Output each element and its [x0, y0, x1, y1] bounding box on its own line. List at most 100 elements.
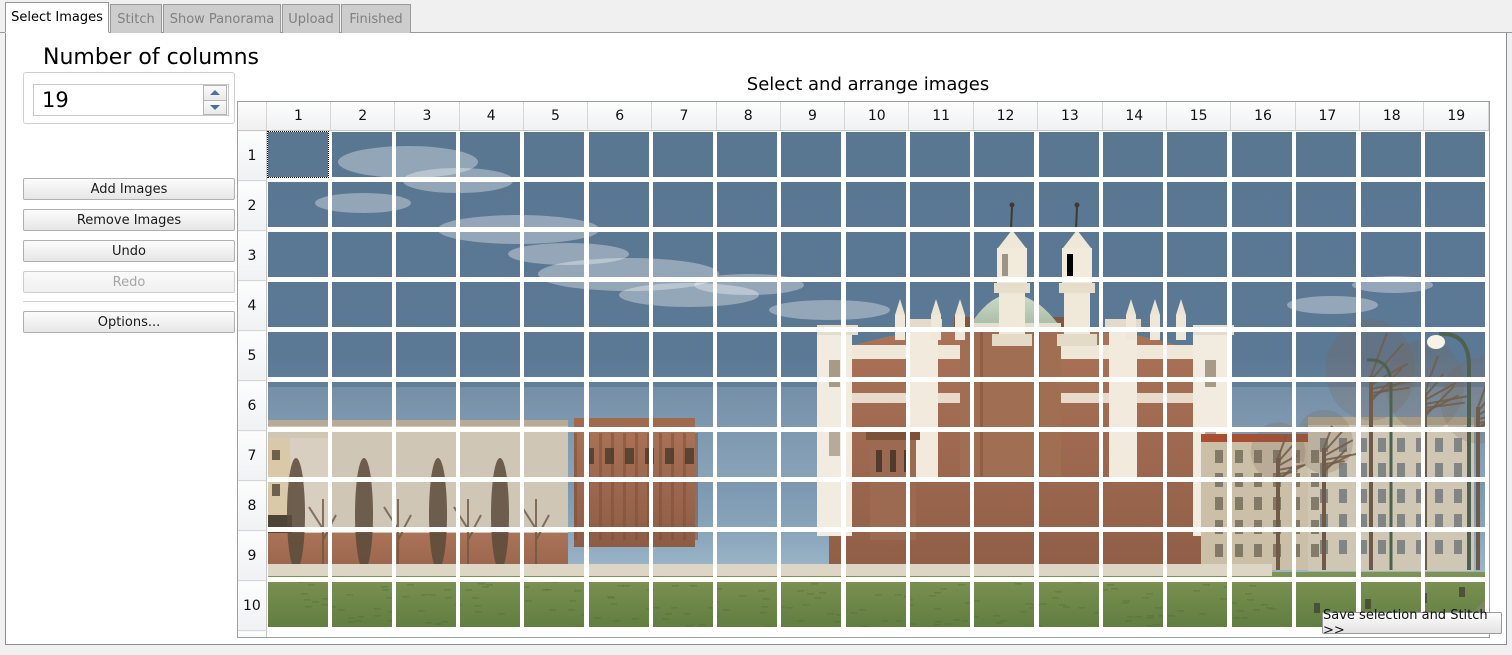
grid-cell-r5-c10[interactable] [845, 331, 909, 381]
image-thumbnail[interactable] [846, 232, 906, 277]
image-thumbnail[interactable] [268, 532, 328, 577]
image-thumbnail[interactable] [653, 532, 713, 577]
grid-column-header-7[interactable]: 7 [652, 102, 716, 131]
grid-cell-r3-c2[interactable] [331, 231, 395, 281]
image-thumbnail[interactable] [396, 332, 456, 377]
image-thumbnail[interactable] [910, 382, 970, 427]
grid-cell-r5-c17[interactable] [1295, 331, 1359, 381]
grid-cell-r2-c3[interactable] [395, 181, 459, 231]
grid-cell-r9-c10[interactable] [845, 531, 909, 581]
grid-cell-r9-c16[interactable] [1231, 531, 1295, 581]
image-thumbnail[interactable] [1103, 582, 1163, 627]
image-thumbnail[interactable] [1039, 132, 1099, 177]
image-grid-container[interactable]: 1 2 3 4 5 6 7 8 9 10 11 12 13 14 15 16 17 18 19 1 2 3 4 5 6 7 8 9 10 [237, 101, 1490, 638]
grid-cell-r9-c5[interactable] [523, 531, 587, 581]
image-thumbnail[interactable] [717, 532, 777, 577]
image-thumbnail[interactable] [1103, 432, 1163, 477]
image-thumbnail[interactable] [781, 532, 841, 577]
grid-column-header-17[interactable]: 17 [1295, 102, 1359, 131]
grid-column-header-14[interactable]: 14 [1102, 102, 1166, 131]
grid-cell-r8-c5[interactable] [523, 481, 587, 531]
image-thumbnail[interactable] [846, 282, 906, 327]
grid-column-header-12[interactable]: 12 [973, 102, 1037, 131]
image-thumbnail[interactable] [589, 382, 649, 427]
image-thumbnail[interactable] [460, 182, 520, 227]
grid-cell-r10-c2[interactable] [331, 581, 395, 631]
image-thumbnail[interactable] [717, 232, 777, 277]
grid-cell-r1-c4[interactable] [459, 131, 523, 181]
grid-cell-r7-c9[interactable] [780, 431, 844, 481]
image-thumbnail[interactable] [1103, 332, 1163, 377]
grid-row-header-5[interactable]: 5 [238, 331, 266, 381]
image-thumbnail[interactable] [1425, 532, 1485, 577]
grid-cell-r3-c4[interactable] [459, 231, 523, 281]
grid-cell-r6-c12[interactable] [973, 381, 1037, 431]
image-thumbnail[interactable] [1039, 182, 1099, 227]
image-thumbnail[interactable] [846, 482, 906, 527]
image-thumbnail[interactable] [1039, 432, 1099, 477]
image-thumbnail[interactable] [332, 582, 392, 627]
grid-row-header-9[interactable]: 9 [238, 531, 266, 581]
grid-cell-r4-c11[interactable] [909, 281, 973, 331]
grid-cell-r3-c18[interactable] [1360, 231, 1424, 281]
grid-cell-r6-c8[interactable] [716, 381, 780, 431]
grid-cell-r7-c3[interactable] [395, 431, 459, 481]
image-thumbnail[interactable] [910, 432, 970, 477]
grid-row-header-1[interactable]: 1 [238, 131, 266, 181]
image-thumbnail[interactable] [268, 332, 328, 377]
grid-cell-r8-c3[interactable] [395, 481, 459, 531]
grid-row-header-3[interactable]: 3 [238, 231, 266, 281]
image-thumbnail[interactable] [1039, 332, 1099, 377]
remove-images-button[interactable]: Remove Images [23, 209, 235, 231]
grid-cell-r5-c6[interactable] [588, 331, 652, 381]
grid-cell-r3-c15[interactable] [1166, 231, 1230, 281]
grid-cell-r6-c5[interactable] [523, 381, 587, 431]
image-thumbnail[interactable] [910, 582, 970, 627]
image-thumbnail[interactable] [1232, 382, 1292, 427]
grid-cell-r8-c6[interactable] [588, 481, 652, 531]
image-thumbnail[interactable] [332, 482, 392, 527]
grid-cell-r8-c17[interactable] [1295, 481, 1359, 531]
image-thumbnail[interactable] [589, 232, 649, 277]
save-selection-and-stitch-button[interactable]: Save selection and Stitch >> [1322, 612, 1502, 634]
grid-cell-r7-c16[interactable] [1231, 431, 1295, 481]
grid-cell-r9-c6[interactable] [588, 531, 652, 581]
image-thumbnail[interactable] [1425, 232, 1485, 277]
image-thumbnail[interactable] [974, 132, 1034, 177]
grid-cell-r7-c11[interactable] [909, 431, 973, 481]
image-thumbnail[interactable] [1103, 132, 1163, 177]
image-thumbnail[interactable] [653, 482, 713, 527]
image-thumbnail[interactable] [1167, 132, 1227, 177]
grid-cell-r3-c9[interactable] [780, 231, 844, 281]
grid-cell-r2-c19[interactable] [1424, 181, 1489, 231]
grid-cell-r4-c14[interactable] [1102, 281, 1166, 331]
grid-cell-r6-c11[interactable] [909, 381, 973, 431]
image-thumbnail[interactable] [1361, 482, 1421, 527]
grid-cell-r7-c1[interactable] [266, 431, 330, 481]
image-thumbnail[interactable] [1361, 282, 1421, 327]
image-thumbnail[interactable] [974, 432, 1034, 477]
image-thumbnail[interactable] [781, 582, 841, 627]
image-thumbnail[interactable] [1232, 282, 1292, 327]
grid-cell-r9-c1[interactable] [266, 531, 330, 581]
image-thumbnail[interactable] [1232, 482, 1292, 527]
grid-cell-r5-c12[interactable] [973, 331, 1037, 381]
image-thumbnail[interactable] [589, 182, 649, 227]
image-thumbnail[interactable] [1167, 182, 1227, 227]
image-thumbnail[interactable] [910, 282, 970, 327]
grid-cell-r1-c1[interactable] [266, 131, 330, 181]
grid-cell-r8-c18[interactable] [1360, 481, 1424, 531]
grid-cell-r6-c13[interactable] [1038, 381, 1102, 431]
image-thumbnail[interactable] [460, 482, 520, 527]
image-thumbnail[interactable] [1296, 332, 1356, 377]
image-thumbnail[interactable] [781, 182, 841, 227]
grid-cell-r1-c18[interactable] [1360, 131, 1424, 181]
image-thumbnail[interactable] [974, 282, 1034, 327]
grid-cell-r9-c7[interactable] [652, 531, 716, 581]
image-thumbnail[interactable] [1296, 282, 1356, 327]
image-thumbnail[interactable] [1361, 382, 1421, 427]
grid-cell-r7-c7[interactable] [652, 431, 716, 481]
image-thumbnail[interactable] [1167, 232, 1227, 277]
grid-cell-r6-c7[interactable] [652, 381, 716, 431]
grid-cell-r5-c5[interactable] [523, 331, 587, 381]
